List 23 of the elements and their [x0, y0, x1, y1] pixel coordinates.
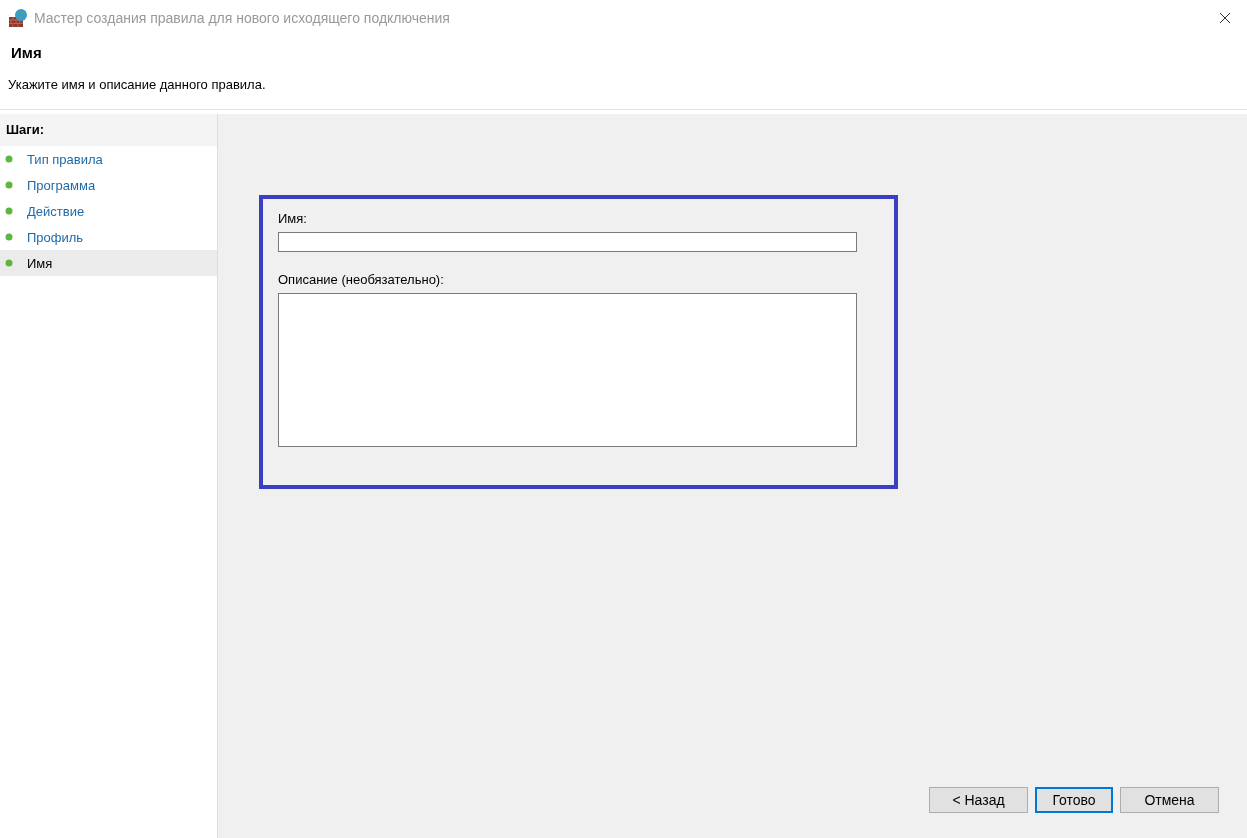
dot-icon [5, 259, 13, 267]
page-heading: Имя [11, 44, 43, 61]
dot-icon [5, 155, 13, 163]
close-icon[interactable] [1219, 12, 1231, 24]
dot-icon [5, 207, 13, 215]
dot-icon [5, 233, 13, 241]
dot-icon [5, 181, 13, 189]
wizard-button[interactable]: Отмена [1120, 787, 1219, 813]
step-item[interactable]: Имя [0, 250, 217, 276]
step-item[interactable]: Профиль [0, 224, 217, 250]
step-item[interactable]: Тип правила [0, 146, 217, 172]
firewall-globe-icon [8, 8, 28, 28]
description-input[interactable] [278, 293, 857, 447]
name-label: Имя: [278, 211, 308, 226]
description-label: Описание (необязательно): [278, 272, 445, 287]
window-title: Мастер создания правила для нового исходящего подключения [34, 10, 451, 26]
steps-heading: Шаги: [0, 114, 217, 146]
step-item[interactable]: Действие [0, 198, 217, 224]
page-description: Укажите имя и описание данного правила. [8, 77, 267, 92]
wizard-button[interactable]: Готово [1035, 787, 1113, 813]
name-input[interactable] [278, 232, 857, 252]
wizard-button[interactable]: < Назад [929, 787, 1028, 813]
step-item[interactable]: Программа [0, 172, 217, 198]
